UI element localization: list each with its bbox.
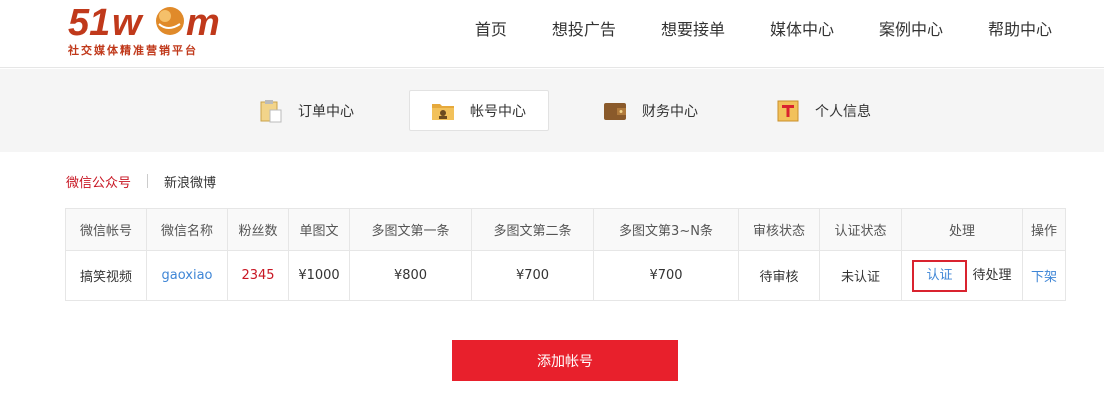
subnav-label: 财务中心 [642, 103, 698, 120]
column-header: 操作 [1022, 208, 1066, 251]
cell-process: 认证 待处理 [901, 250, 1023, 301]
nav-case-center[interactable]: 案例中心 [879, 18, 943, 42]
subnav-finance-center[interactable]: 财务中心 [602, 90, 698, 131]
subnav-account-center[interactable]: 帐号中心 [409, 90, 549, 131]
nav-home[interactable]: 首页 [475, 18, 507, 42]
cell-name: gaoxiao [146, 250, 228, 301]
nav-advertise[interactable]: 想投广告 [552, 18, 616, 42]
site-header: 51 w m 社交媒体精准营销平台 首页 想投广告 想要接单 媒体中心 案例中心… [0, 0, 1104, 68]
cell-review-status: 待审核 [738, 250, 820, 301]
cell-multi-rest-price: ¥700 [593, 250, 739, 301]
tab-weibo[interactable]: 新浪微博 [164, 172, 216, 191]
cell-multi-first-price: ¥800 [349, 250, 472, 301]
delist-link[interactable]: 下架 [1031, 270, 1057, 285]
wallet-icon [604, 102, 626, 120]
column-header: 单图文 [288, 208, 350, 251]
cell-account: 搞笑视频 [65, 250, 147, 301]
add-account-button[interactable]: 添加帐号 [452, 340, 678, 381]
svg-text:社交媒体精准营销平台: 社交媒体精准营销平台 [67, 43, 198, 57]
account-subnav: 订单中心 帐号中心 财务中心 个人信息 [0, 69, 1104, 152]
tab-divider [147, 174, 149, 188]
cell-action: 下架 [1022, 250, 1066, 301]
cell-fans: 2345 [227, 250, 289, 301]
tab-wechat[interactable]: 微信公众号 [66, 172, 131, 191]
nav-help-center[interactable]: 帮助中心 [988, 18, 1052, 42]
svg-text:w: w [112, 2, 144, 44]
subnav-label: 个人信息 [815, 103, 871, 120]
column-header: 微信帐号 [65, 208, 147, 251]
clipboard-icon [260, 99, 282, 122]
column-header: 多图文第二条 [471, 208, 594, 251]
column-header: 多图文第一条 [349, 208, 472, 251]
platform-tabs: 微信公众号 新浪微博 [66, 172, 216, 191]
profile-card-icon [777, 100, 799, 121]
cell-verify-status: 未认证 [819, 250, 902, 301]
column-header: 认证状态 [819, 208, 902, 251]
verify-link[interactable]: 认证 [912, 259, 967, 292]
column-header: 微信名称 [146, 208, 228, 251]
subnav-personal-info[interactable]: 个人信息 [775, 90, 871, 131]
cell-multi-second-price: ¥700 [471, 250, 594, 301]
svg-text:51: 51 [68, 2, 110, 44]
column-header: 粉丝数 [227, 208, 289, 251]
account-name-link[interactable]: gaoxiao [162, 268, 213, 283]
site-logo[interactable]: 51 w m 社交媒体精准营销平台 [66, 2, 246, 58]
column-header: 多图文第3~N条 [593, 208, 739, 251]
column-header: 审核状态 [738, 208, 820, 251]
fans-count: 2345 [241, 268, 275, 283]
subnav-label: 订单中心 [298, 103, 354, 120]
nav-media-center[interactable]: 媒体中心 [770, 18, 834, 42]
main-nav: 首页 想投广告 想要接单 媒体中心 案例中心 帮助中心 [430, 18, 1052, 42]
subnav-order-center[interactable]: 订单中心 [258, 90, 354, 131]
account-table: 微信帐号 微信名称 粉丝数 单图文 多图文第一条 多图文第二条 多图文第3~N条… [65, 208, 1066, 301]
cell-single-price: ¥1000 [288, 250, 350, 301]
svg-text:m: m [186, 2, 220, 44]
subnav-label: 帐号中心 [470, 103, 526, 120]
process-status: 待处理 [972, 267, 1012, 283]
nav-take-orders[interactable]: 想要接单 [661, 18, 725, 42]
id-card-folder-icon [432, 103, 454, 120]
column-header: 处理 [901, 208, 1023, 251]
table-row: 搞笑视频 gaoxiao 2345 ¥1000 ¥800 ¥700 ¥700 待… [65, 250, 1066, 301]
table-header-row: 微信帐号 微信名称 粉丝数 单图文 多图文第一条 多图文第二条 多图文第3~N条… [65, 208, 1066, 251]
